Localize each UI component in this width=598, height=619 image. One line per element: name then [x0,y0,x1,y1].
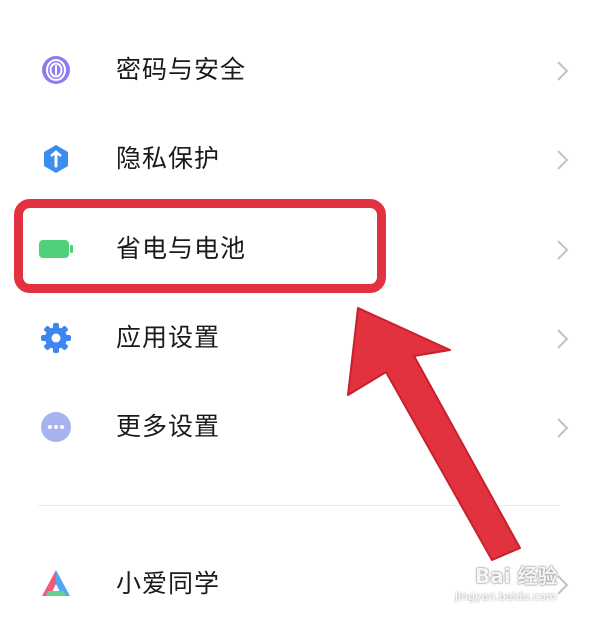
settings-item-privacy[interactable]: 隐私保护 [0,124,598,194]
settings-list: 密码与安全 隐私保护 省电与电池 应用设置 更多设置 小爱同学 [0,0,598,618]
settings-item-more-settings[interactable]: 更多设置 [0,392,598,462]
settings-item-xiaoai[interactable]: 小爱同学 [0,549,598,619]
xiaoai-icon [38,566,74,602]
settings-item-app-settings[interactable]: 应用设置 [0,303,598,373]
chevron-right-icon [553,59,573,83]
more-dots-icon [38,409,74,445]
settings-item-label: 省电与电池 [116,234,247,263]
chevron-right-icon [553,416,573,440]
settings-item-battery[interactable]: 省电与电池 [0,214,598,284]
chevron-right-icon [553,327,573,351]
chevron-right-icon [553,148,573,172]
settings-item-label: 应用设置 [116,323,221,352]
fingerprint-icon [38,52,74,88]
gear-icon [38,320,74,356]
settings-item-label: 密码与安全 [116,55,247,84]
chevron-right-icon [553,238,573,262]
settings-item-password-security[interactable]: 密码与安全 [0,35,598,105]
settings-item-label: 小爱同学 [116,569,221,598]
section-divider [38,505,560,506]
privacy-shield-icon [38,141,74,177]
battery-icon [38,231,74,267]
chevron-right-icon [553,573,573,597]
settings-item-label: 更多设置 [116,412,221,441]
settings-item-label: 隐私保护 [116,144,221,173]
